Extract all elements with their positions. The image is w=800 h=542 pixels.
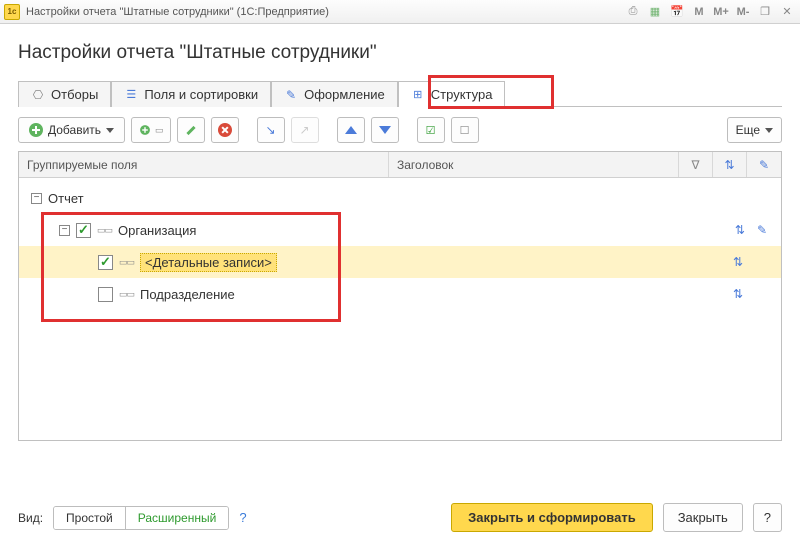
view-advanced[interactable]: Расширенный <box>126 507 229 529</box>
check-all-icon: ☑ <box>426 124 436 137</box>
add-group-button[interactable]: ▭ <box>131 117 171 143</box>
add-label: Добавить <box>48 123 101 137</box>
print-icon[interactable]: ⎙ <box>624 3 642 21</box>
brush-icon: ✎ <box>759 158 769 172</box>
group-icon: ▭▭ <box>119 257 134 268</box>
mem-m-plus[interactable]: M+ <box>712 3 730 21</box>
col-filter[interactable]: ∇ <box>679 152 713 177</box>
grid-icon[interactable]: ▦ <box>646 3 664 21</box>
brush-icon[interactable]: ✎ <box>757 223 767 237</box>
uncheck-all-button[interactable]: ☐ <box>451 117 479 143</box>
cross-icon <box>218 123 232 137</box>
mem-m-minus[interactable]: M- <box>734 3 752 21</box>
edit-button[interactable] <box>177 117 205 143</box>
hierarchy-out-icon: ↗ <box>300 123 310 137</box>
close-and-generate-button[interactable]: Закрыть и сформировать <box>451 503 653 532</box>
row-label: <Детальные записи> <box>140 253 277 272</box>
window-close-icon[interactable]: ✕ <box>778 3 796 21</box>
pencil-icon <box>184 123 198 137</box>
tree-table: Группируемые поля Заголовок ∇ ⇅ ✎ − Отче… <box>18 151 782 441</box>
col-group-fields[interactable]: Группируемые поля <box>19 152 389 177</box>
sort-icon[interactable]: ⇅ <box>733 287 743 301</box>
brush-icon: ✎ <box>284 88 298 102</box>
chevron-down-icon <box>765 128 773 133</box>
move-out-button[interactable]: ↗ <box>291 117 319 143</box>
tree-icon: ⊞ <box>411 88 425 102</box>
mem-m[interactable]: M <box>690 3 708 21</box>
view-mode-toggle: Простой Расширенный <box>53 506 229 530</box>
tab-fields[interactable]: ☰ Поля и сортировки <box>111 81 271 107</box>
footer: Вид: Простой Расширенный ? Закрыть и сфо… <box>18 503 782 532</box>
checkbox[interactable] <box>76 223 91 238</box>
app-icon: 1c <box>4 4 20 20</box>
close-button[interactable]: Закрыть <box>663 503 743 532</box>
tree-header: Группируемые поля Заголовок ∇ ⇅ ✎ <box>19 152 781 178</box>
page-title: Настройки отчета "Штатные сотрудники" <box>18 42 782 64</box>
tab-label: Оформление <box>304 87 385 102</box>
arrow-up-icon <box>345 126 357 134</box>
col-sort[interactable]: ⇅ <box>713 152 747 177</box>
tab-label: Поля и сортировки <box>144 87 258 102</box>
move-up-button[interactable] <box>337 117 365 143</box>
window-title: Настройки отчета "Штатные сотрудники" (1… <box>26 6 624 18</box>
plus-icon <box>140 125 150 135</box>
tree-row-details[interactable]: ▭▭ <Детальные записи> ⇅ <box>19 246 781 278</box>
sort-icon: ⇅ <box>724 158 734 172</box>
uncheck-all-icon: ☐ <box>460 124 470 137</box>
delete-button[interactable] <box>211 117 239 143</box>
tab-label: Отборы <box>51 87 98 102</box>
tree-row-report[interactable]: − Отчет <box>19 182 781 214</box>
hierarchy-in-icon: ↘ <box>266 123 276 137</box>
funnel-icon: ∇ <box>691 158 699 172</box>
sort-icon[interactable]: ⇅ <box>733 255 743 269</box>
group-icon: ▭▭ <box>119 289 134 300</box>
tab-appearance[interactable]: ✎ Оформление <box>271 81 398 107</box>
chevron-down-icon <box>106 128 114 133</box>
tab-structure[interactable]: ⊞ Структура <box>398 81 506 107</box>
tab-label: Структура <box>431 87 493 102</box>
tab-filters[interactable]: ⎔ Отборы <box>18 81 111 107</box>
more-label: Еще <box>736 123 760 137</box>
checkbox[interactable] <box>98 255 113 270</box>
group-icon: ▭▭ <box>97 225 112 236</box>
checkbox[interactable] <box>98 287 113 302</box>
add-button[interactable]: Добавить <box>18 117 125 143</box>
group-glyph: ▭ <box>155 125 164 136</box>
plus-icon <box>29 123 43 137</box>
sort-icon[interactable]: ⇅ <box>735 223 745 237</box>
tree-body: − Отчет − ▭▭ Организация ⇅ ✎ <box>19 178 781 440</box>
titlebar: 1c Настройки отчета "Штатные сотрудники"… <box>0 0 800 24</box>
more-button[interactable]: Еще <box>727 117 782 143</box>
check-all-button[interactable]: ☑ <box>417 117 445 143</box>
row-label: Организация <box>118 223 196 238</box>
row-label: Отчет <box>48 191 84 206</box>
toolbar: Добавить ▭ ↘ ↗ ☑ ☐ <box>18 117 782 143</box>
move-into-button[interactable]: ↘ <box>257 117 285 143</box>
help-button[interactable]: ? <box>753 503 782 532</box>
view-simple[interactable]: Простой <box>54 507 126 529</box>
move-down-button[interactable] <box>371 117 399 143</box>
col-title[interactable]: Заголовок <box>389 152 679 177</box>
view-label: Вид: <box>18 511 43 525</box>
expander-icon[interactable]: − <box>31 193 42 204</box>
tree-row-organization[interactable]: − ▭▭ Организация ⇅ ✎ <box>19 214 781 246</box>
col-appearance[interactable]: ✎ <box>747 152 781 177</box>
row-label: Подразделение <box>140 287 235 302</box>
tabs: ⎔ Отборы ☰ Поля и сортировки ✎ Оформлени… <box>18 80 782 107</box>
fields-icon: ☰ <box>124 88 138 102</box>
help-link[interactable]: ? <box>239 510 246 525</box>
funnel-icon: ⎔ <box>31 88 45 102</box>
window-restore-icon[interactable]: ❐ <box>756 3 774 21</box>
arrow-down-icon <box>379 126 391 134</box>
expander-icon[interactable]: − <box>59 225 70 236</box>
tree-row-division[interactable]: ▭▭ Подразделение ⇅ <box>19 278 781 310</box>
calendar-icon[interactable]: 📅 <box>668 3 686 21</box>
